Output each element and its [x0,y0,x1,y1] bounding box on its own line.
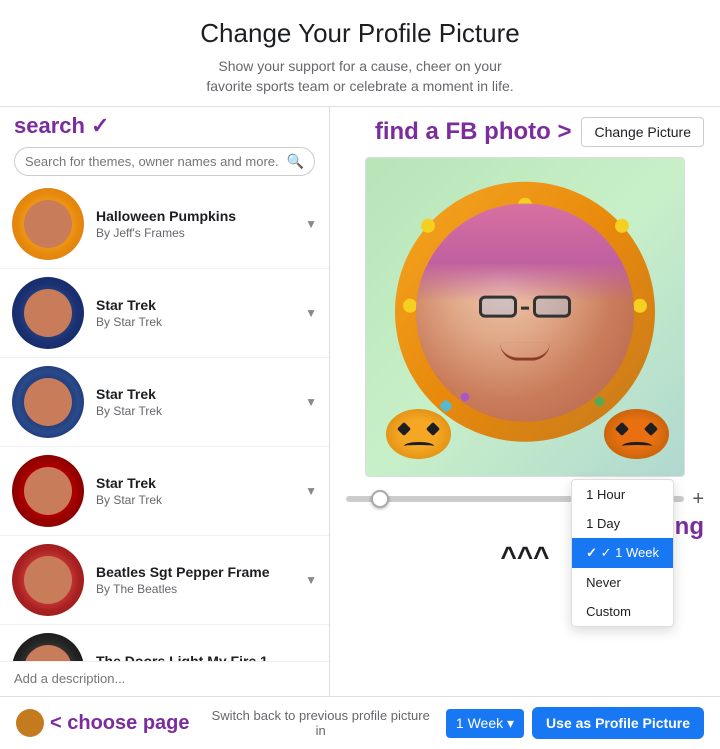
description-input[interactable] [14,671,315,686]
search-icon: 🔍 [287,153,304,170]
right-lens [533,295,571,317]
left-panel: search ✓ 🔍 Halloween Pumpkins By Jeff's … [0,107,330,696]
frame-author: By Star Trek [96,315,297,329]
search-label: search ✓ [14,113,315,139]
smile [500,343,550,361]
frame-item[interactable]: The Doors Light My Fire 1 By The Doors ▼ [0,625,329,661]
dropdown-item[interactable]: 1 Hour [572,480,673,509]
frame-expand-icon[interactable]: ▼ [305,306,317,320]
duration-controls: + 1 Hour1 Day✓ 1 WeekNeverCustom < how l… [346,489,704,573]
pumpkin-eye-right [426,422,440,436]
switch-back-text: Switch back to previous profile picture … [208,708,434,738]
person-avatar [24,200,72,248]
search-bar[interactable]: 🔍 [14,147,315,176]
page-subtitle: Show your support for a cause, cheer on … [200,57,520,96]
frame-expand-icon[interactable]: ▼ [305,395,317,409]
frame-list: Halloween Pumpkins By Jeff's Frames ▼ St… [0,180,329,661]
pumpkin-eye-left-r [615,422,629,436]
frame-item[interactable]: Star Trek By Star Trek ▼ [0,358,329,447]
dropdown-item[interactable]: ✓ 1 Week [572,538,673,568]
frame-name: The Doors Light My Fire 1 [96,653,297,661]
frame-info: The Doors Light My Fire 1 By The Doors [96,653,297,661]
ring-dot [403,299,417,313]
dropdown-item[interactable]: 1 Day [572,509,673,538]
frame-thumb [12,277,84,349]
halloween-frame [366,158,684,476]
frame-expand-icon[interactable]: ▼ [305,573,317,587]
frame-author: By Star Trek [96,493,297,507]
use-profile-button[interactable]: Use as Profile Picture [532,707,704,739]
frame-info: Halloween Pumpkins By Jeff's Frames [96,208,297,240]
frame-thumb [12,455,84,527]
pumpkin-left [386,409,451,464]
person-avatar [24,289,72,337]
person-avatar [24,378,72,426]
pumpkin-mouth [404,442,434,450]
frame-author: By Star Trek [96,404,297,418]
frame-info: Star Trek By Star Trek [96,297,297,329]
frame-info: Beatles Sgt Pepper Frame By The Beatles [96,564,297,596]
page-title: Change Your Profile Picture [20,18,700,49]
frame-name: Star Trek [96,475,297,491]
frame-thumb [12,544,84,616]
left-lens [479,295,517,317]
find-fb-label: find a FB photo > [375,118,572,146]
dropdown-item[interactable]: Custom [572,597,673,626]
frame-info: Star Trek By Star Trek [96,475,297,507]
frame-name: Beatles Sgt Pepper Frame [96,564,297,580]
main-layout: search ✓ 🔍 Halloween Pumpkins By Jeff's … [0,106,720,696]
frame-thumb [12,633,84,661]
page-chooser[interactable]: < choose page [16,709,196,737]
description-bar[interactable] [0,661,329,696]
hair [416,204,634,302]
pumpkin-body-right [604,409,669,459]
person-avatar [24,556,72,604]
dropdown-item[interactable]: Never [572,568,673,597]
bottom-actions: 1 Week ▾ Use as Profile Picture [446,707,704,739]
bridge [521,307,529,310]
duration-dropdown: 1 Hour1 Day✓ 1 WeekNeverCustom [571,479,674,627]
frame-name: Star Trek [96,297,297,313]
frame-item[interactable]: Beatles Sgt Pepper Frame By The Beatles … [0,536,329,625]
ring-dot [633,299,647,313]
face-photo [416,204,634,422]
search-input[interactable] [25,154,287,169]
slider-thumb[interactable] [371,490,389,508]
frame-thumb [12,188,84,260]
frame-author: By The Beatles [96,582,297,596]
frame-name: Star Trek [96,386,297,402]
pumpkin-right [604,409,669,464]
page-header: Change Your Profile Picture Show your su… [0,0,720,106]
pumpkin-body-left [386,409,451,459]
frame-expand-icon[interactable]: ▼ [305,484,317,498]
change-picture-button[interactable]: Change Picture [581,117,704,147]
glasses [479,295,571,317]
search-header: search ✓ 🔍 [0,107,329,180]
photo-circle [416,204,634,422]
pumpkin-mouth-r [622,442,652,450]
page-avatar [16,709,44,737]
frame-info: Star Trek By Star Trek [96,386,297,418]
slider-plus-icon: + [692,489,704,509]
person-avatar [24,467,72,515]
right-panel: find a FB photo > Change Picture [330,107,720,696]
pumpkin-eye-right-r [644,422,658,436]
choose-page-label[interactable]: < choose page [50,712,190,735]
frame-item[interactable]: Star Trek By Star Trek ▼ [0,269,329,358]
frame-item[interactable]: Star Trek By Star Trek ▼ [0,447,329,536]
week-select-button[interactable]: 1 Week ▾ [446,709,524,738]
bottom-bar: < choose page Switch back to previous pr… [0,696,720,749]
person-avatar [24,645,72,661]
frame-item[interactable]: Halloween Pumpkins By Jeff's Frames ▼ [0,180,329,269]
pumpkin-eye-left [397,422,411,436]
frame-expand-icon[interactable]: ▼ [305,217,317,231]
preview-area [365,157,685,477]
frame-name: Halloween Pumpkins [96,208,297,224]
frame-author: By Jeff's Frames [96,226,297,240]
frame-thumb [12,366,84,438]
find-fb-row: find a FB photo > Change Picture [346,117,704,147]
